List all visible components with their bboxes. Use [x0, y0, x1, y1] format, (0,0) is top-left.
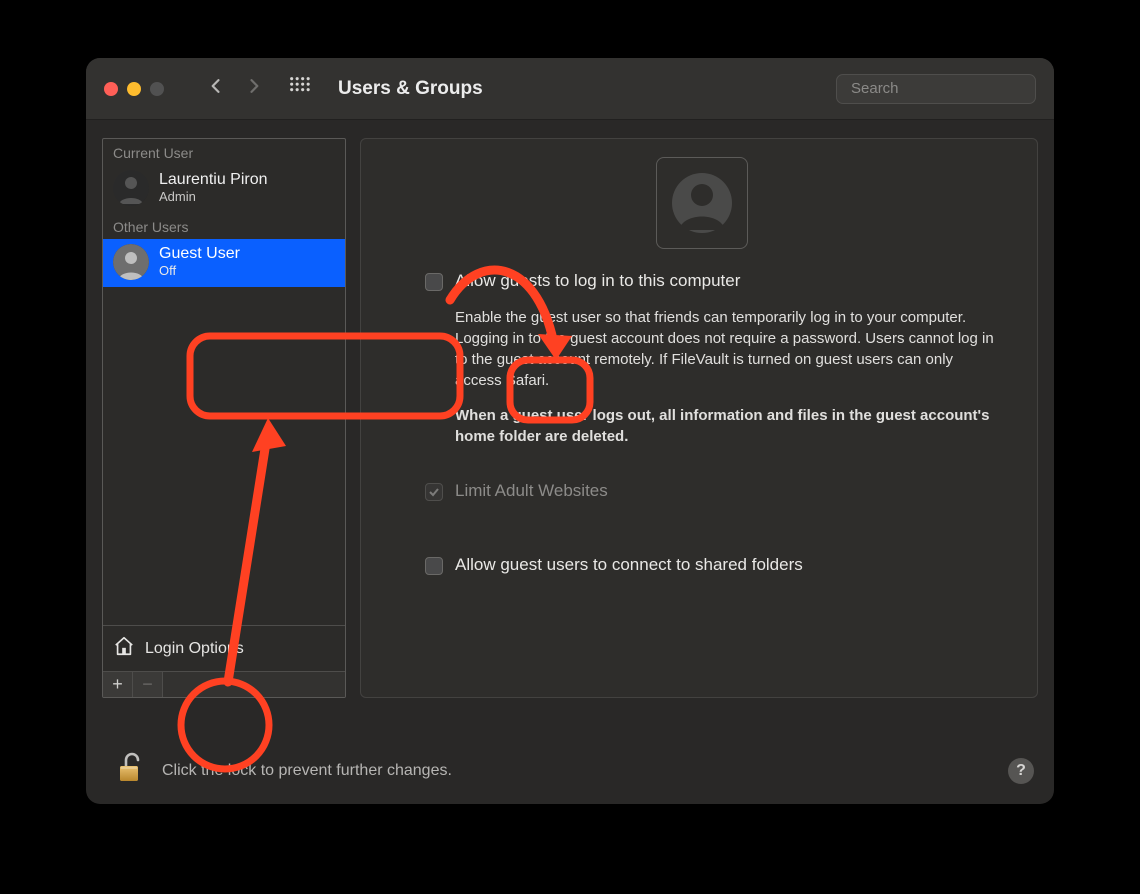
allow-shared-checkbox[interactable]	[425, 557, 443, 575]
lock-row: Click the lock to prevent further change…	[114, 751, 1034, 790]
limit-adult-checkbox[interactable]	[425, 483, 443, 501]
close-window-button[interactable]	[104, 82, 118, 96]
minimize-window-button[interactable]	[127, 82, 141, 96]
login-options-button[interactable]: Login Options	[103, 625, 345, 671]
user-role: Admin	[159, 190, 268, 205]
allow-shared-row: Allow guest users to connect to shared f…	[425, 555, 1009, 575]
lock-text: Click the lock to prevent further change…	[162, 762, 452, 780]
guest-description: Enable the guest user so that friends ca…	[455, 307, 999, 447]
section-current-user: Current User	[103, 139, 345, 165]
allow-guests-row: Allow guests to log in to this computer	[425, 271, 1009, 291]
show-all-button[interactable]	[288, 75, 310, 102]
unlock-icon	[114, 751, 148, 785]
allow-guests-label: Allow guests to log in to this computer	[455, 271, 740, 291]
home-icon	[113, 635, 135, 662]
user-avatar-large[interactable]	[656, 157, 748, 249]
avatar	[113, 170, 149, 206]
login-options-label: Login Options	[145, 640, 244, 658]
back-button[interactable]	[206, 76, 226, 101]
detail-panel: Allow guests to log in to this computer …	[360, 138, 1038, 698]
window-title: Users & Groups	[338, 78, 483, 100]
nav-buttons	[206, 76, 264, 101]
user-row-current[interactable]: Laurentiu Piron Admin	[103, 165, 345, 213]
allow-guests-checkbox[interactable]	[425, 273, 443, 291]
lock-button[interactable]	[114, 751, 148, 790]
allow-shared-label: Allow guest users to connect to shared f…	[455, 555, 803, 575]
toolbar: Users & Groups	[86, 58, 1054, 120]
remove-user-button[interactable]: −	[133, 672, 163, 697]
forward-button[interactable]	[244, 76, 264, 101]
window-controls	[104, 82, 164, 96]
section-other-users: Other Users	[103, 213, 345, 239]
preferences-window: Users & Groups Current User Laurentiu Pi…	[86, 58, 1054, 804]
user-status: Off	[159, 264, 240, 279]
avatar	[113, 244, 149, 280]
help-button[interactable]: ?	[1008, 758, 1034, 784]
zoom-window-button[interactable]	[150, 82, 164, 96]
search-input[interactable]	[851, 80, 1050, 97]
limit-adult-label: Limit Adult Websites	[455, 481, 608, 501]
search-field[interactable]	[836, 74, 1036, 104]
person-icon	[667, 168, 737, 238]
sidebar-footer: + −	[103, 671, 345, 697]
user-name: Guest User	[159, 245, 240, 263]
users-sidebar: Current User Laurentiu Piron Admin Other…	[102, 138, 346, 698]
user-row-guest[interactable]: Guest User Off	[103, 239, 345, 287]
limit-adult-row: Limit Adult Websites	[425, 481, 1009, 501]
add-user-button[interactable]: +	[103, 672, 133, 697]
user-name: Laurentiu Piron	[159, 171, 268, 189]
